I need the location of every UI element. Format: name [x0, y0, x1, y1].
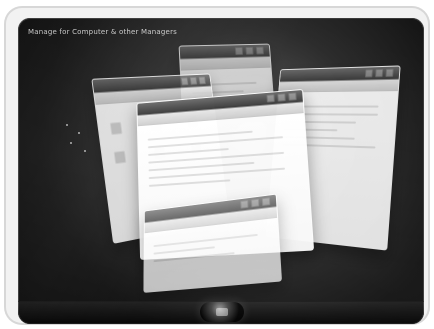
photo-frame: Manage for Computer & other Managers [4, 6, 430, 325]
window-flip3d-bottom[interactable] [143, 193, 283, 293]
text-lines [153, 227, 269, 282]
maximize-icon[interactable] [189, 76, 198, 85]
desktop-top-text: Manage for Computer & other Managers [28, 28, 177, 36]
text-line [148, 148, 229, 156]
maximize-icon[interactable] [277, 93, 286, 102]
minimize-icon[interactable] [364, 69, 373, 78]
close-icon[interactable] [261, 197, 271, 206]
text-line [153, 233, 259, 248]
windows-logo-icon [216, 308, 228, 316]
close-icon[interactable] [198, 76, 206, 85]
window-controls[interactable] [266, 92, 297, 103]
maximize-icon[interactable] [251, 198, 260, 208]
window-controls[interactable] [364, 68, 394, 78]
text-line [153, 246, 215, 255]
close-icon[interactable] [255, 46, 264, 55]
minimize-icon[interactable] [234, 47, 244, 56]
sparkle [78, 132, 80, 134]
text-line [148, 179, 230, 187]
window-controls[interactable] [240, 197, 271, 209]
taskbar [18, 301, 424, 324]
window-controls[interactable] [234, 46, 264, 56]
sparkle [70, 142, 72, 144]
start-button[interactable] [200, 302, 244, 322]
desktop-screen: Manage for Computer & other Managers [18, 18, 424, 324]
sparkle [84, 150, 86, 152]
sparkle [66, 124, 68, 126]
close-icon[interactable] [288, 92, 297, 101]
text-line [153, 252, 236, 263]
app-icon [109, 121, 123, 136]
close-icon[interactable] [385, 68, 394, 78]
minimize-icon[interactable] [180, 77, 189, 86]
minimize-icon[interactable] [240, 200, 249, 209]
window-controls[interactable] [180, 76, 206, 86]
maximize-icon[interactable] [375, 68, 384, 78]
maximize-icon[interactable] [245, 46, 254, 55]
minimize-icon[interactable] [266, 94, 275, 103]
app-icon [113, 150, 127, 165]
background-sparkles [62, 118, 92, 158]
